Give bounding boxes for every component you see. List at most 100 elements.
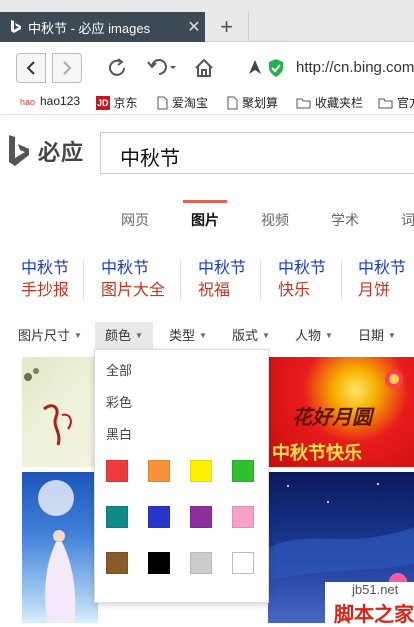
calligraphy-art [24,368,72,446]
bookmark-favorites-bar[interactable]: 收藏夹栏 [296,94,363,111]
page-icon [157,96,168,109]
bookmark-official[interactable]: 官方 [378,94,414,111]
related-item[interactable]: 中秋节 手抄报 [21,258,69,302]
tab-academic[interactable]: 学术 [331,210,359,230]
bookmark-jd[interactable]: JD 京东 [96,94,138,111]
bookmarks-bar: hao hao123 JD 京东 爱淘宝 聚划算 收藏夹栏 官方 [0,91,414,115]
divider [341,261,342,299]
filter-label: 人物 [295,328,322,343]
related-item[interactable]: 中秋节 图片大全 [101,258,165,302]
swatch-pink[interactable] [232,506,254,528]
swatch-yellow[interactable] [190,460,212,482]
tab-videos[interactable]: 视频 [261,210,289,230]
filter-people[interactable]: 人物 ▼ [295,322,333,350]
bookmark-label: hao123 [40,94,81,108]
related-suffix: 手抄报 [21,282,70,299]
filter-type[interactable]: 类型 ▼ [169,322,207,350]
divider [180,261,181,299]
swatch-red[interactable] [106,460,128,482]
filter-color[interactable]: 颜色 ▼ [95,322,153,350]
bookmark-label: 京东 [113,96,138,110]
refresh-icon [109,58,125,76]
jd-icon: JD [96,95,110,110]
related-term: 中秋节 [101,260,150,277]
tab-images[interactable]: 图片 [191,210,219,230]
bing-logo-text: 必应 [38,140,85,165]
close-tab-icon[interactable]: ✕ [183,17,205,37]
swatch-brown[interactable] [106,552,128,574]
caret-down-icon: ▼ [325,331,333,340]
active-scope-indicator [183,200,227,203]
swatch-gray[interactable] [190,552,212,574]
related-suffix: 祝福 [198,282,231,299]
filter-date[interactable]: 日期 ▼ [358,322,396,350]
image-overlay-text: 花好月圆 [292,405,372,429]
filter-bar: 图片尺寸 ▼ 颜色 ▼ 类型 ▼ 版式 ▼ 人物 ▼ 日期 ▼ [0,322,414,350]
related-term: 中秋节 [21,260,70,277]
browser-tab[interactable]: 中秋节 - 必应 images ✕ [0,12,205,42]
swatch-teal[interactable] [106,506,128,528]
search-input[interactable]: 中秋节 [100,132,414,174]
security-shield[interactable] [263,55,289,81]
caret-down-icon: ▼ [74,331,82,340]
bookmark-label: 爱淘宝 [172,96,209,110]
forward-button[interactable] [52,53,82,83]
caret-down-icon: ▼ [388,331,396,340]
caret-down-icon: ▼ [262,331,270,340]
browser-tab-strip: 中秋节 - 必应 images ✕ + [0,0,414,42]
bookmark-label: 聚划算 [242,96,279,110]
scope-tabs: 网页 图片 视频 学术 词 [0,198,414,238]
color-filter-dropdown: 全部 彩色 黑白 [94,349,269,603]
refresh-button[interactable] [104,55,130,81]
flag-icon [249,60,261,74]
swatch-orange[interactable] [148,460,170,482]
bookmark-label: 收藏夹栏 [315,96,364,110]
related-searches: 中秋节 手抄报 中秋节 图片大全 中秋节 祝福 中秋节 快乐 中秋节 月饼 [0,258,414,304]
filter-label: 颜色 [105,328,132,343]
bing-logo[interactable]: 必应 [8,134,84,168]
undo-button[interactable] [143,55,179,81]
related-term: 中秋节 [278,260,327,277]
swatch-white[interactable] [232,552,254,574]
url-field[interactable]: http://cn.bing.com [296,59,414,76]
caret-down-icon: ▼ [199,331,207,340]
image-result[interactable] [22,357,98,467]
divider [260,261,261,299]
swatch-blue[interactable] [148,506,170,528]
image-result[interactable] [22,472,98,623]
new-tab-button[interactable]: + [205,12,249,42]
related-suffix: 图片大全 [101,282,166,299]
related-item[interactable]: 中秋节 月饼 [358,258,406,302]
related-term: 中秋节 [198,260,247,277]
bookmark-hao123[interactable]: hao hao123 [20,94,80,108]
tab-web[interactable]: 网页 [121,210,149,230]
caret-down-icon: ▼ [135,331,143,340]
shield-check-icon [269,59,283,77]
image-result[interactable]: 花好月圆 中秋节快乐 [268,357,414,467]
watermark-site: jb51.net [352,582,399,597]
color-option-all[interactable]: 全部 [106,360,132,379]
swatch-purple[interactable] [190,506,212,528]
home-icon [195,58,213,77]
home-button[interactable] [191,55,217,81]
related-item[interactable]: 中秋节 祝福 [198,258,246,302]
filter-layout[interactable]: 版式 ▼ [232,322,270,350]
chevron-left-icon [26,61,35,75]
tab-dictionary[interactable]: 词 [401,210,414,230]
back-button[interactable] [16,53,46,83]
related-item[interactable]: 中秋节 快乐 [278,258,326,302]
bookmark-label: 官方 [397,96,414,110]
bookmark-juhuasuan[interactable]: 聚划算 [227,94,278,111]
related-term: 中秋节 [358,260,407,277]
color-option-color[interactable]: 彩色 [106,392,132,411]
page-icon [227,96,238,109]
swatch-black[interactable] [148,552,170,574]
color-option-bw[interactable]: 黑白 [106,424,132,443]
tab-title: 中秋节 - 必应 images [28,20,151,36]
swatch-green[interactable] [232,460,254,482]
filter-size[interactable]: 图片尺寸 ▼ [18,322,82,350]
chevron-right-icon [63,61,72,75]
fairy-illustration [38,480,76,623]
bookmark-aitaobao[interactable]: 爱淘宝 [157,94,208,111]
hao123-icon: hao [20,97,35,107]
